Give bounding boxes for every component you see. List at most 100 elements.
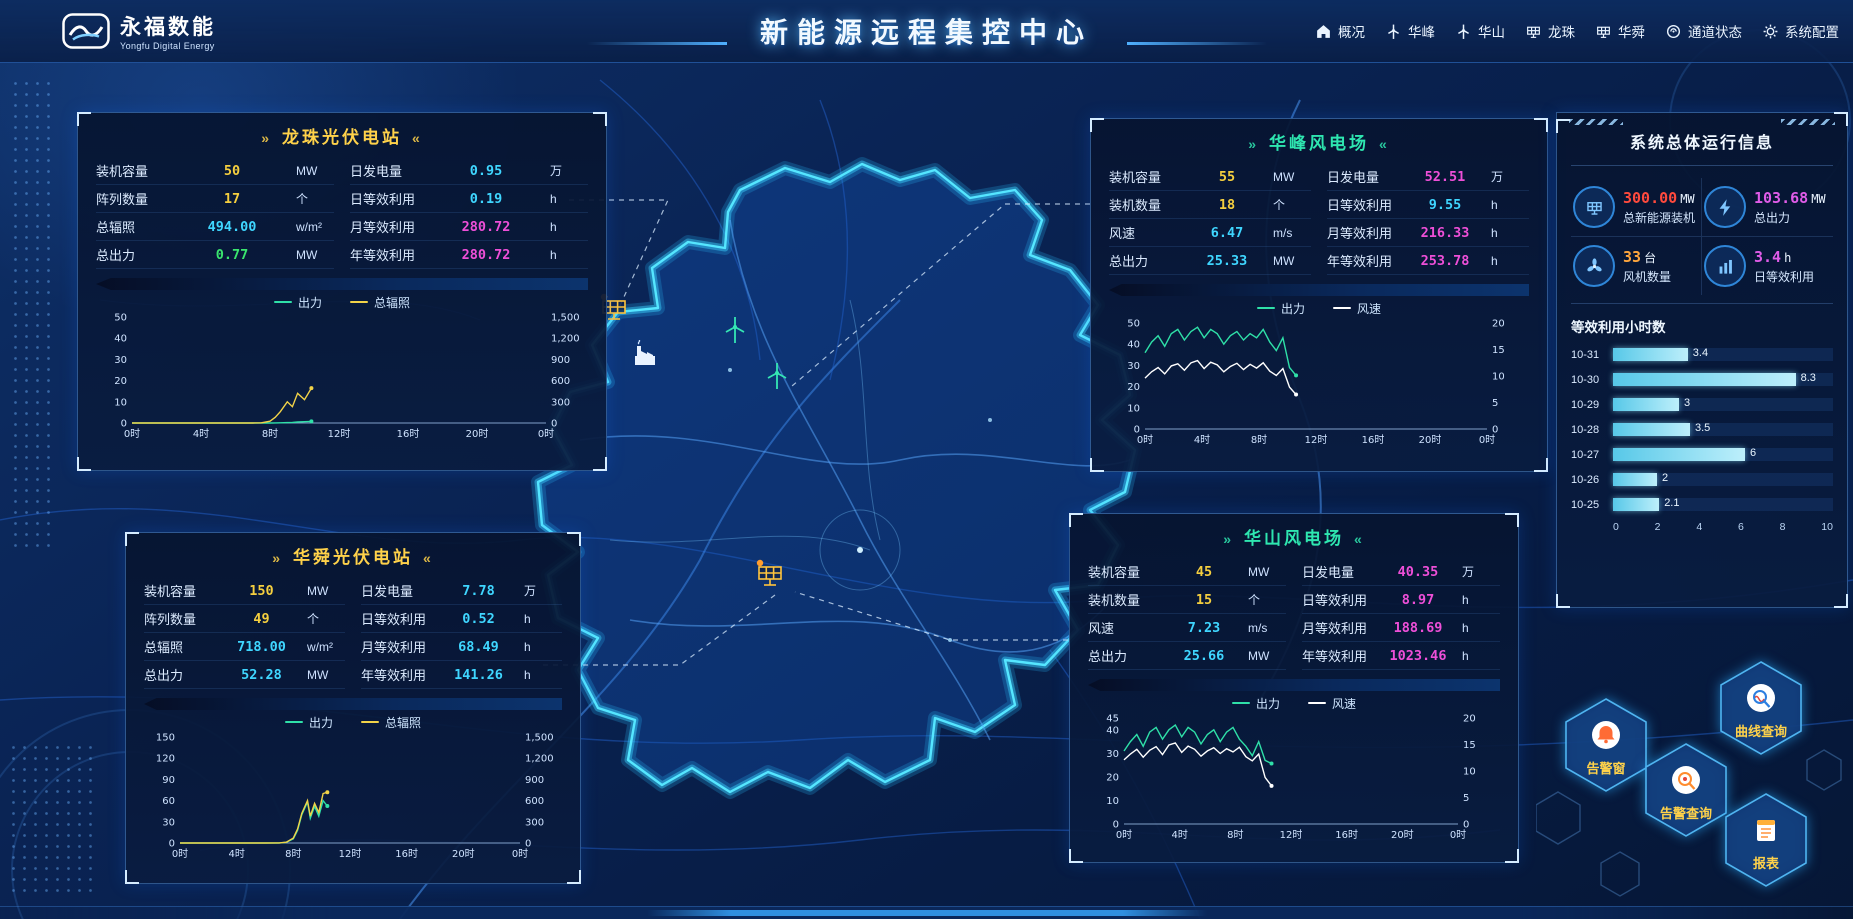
system-stat-value: 103.68MW: [1754, 189, 1826, 207]
stat-label: 装机容量: [1109, 167, 1187, 186]
stat-value: 50: [174, 163, 290, 179]
stat-unit: MW: [290, 164, 334, 178]
svg-text:20时: 20时: [452, 848, 475, 859]
nav-label: 通道状态: [1688, 21, 1742, 41]
stat-value: 17: [174, 191, 290, 207]
svg-text:0时: 0时: [1116, 829, 1132, 840]
stat-value: 718.00: [222, 639, 301, 655]
stat-row: 月等效利用280.72h: [350, 213, 588, 241]
channel-icon: [1665, 23, 1682, 40]
stat-value: 68.49: [439, 639, 518, 655]
nav-item-overview[interactable]: 概况: [1315, 21, 1365, 41]
stat-value: 25.33: [1187, 253, 1267, 269]
svg-text:0: 0: [1134, 425, 1140, 436]
top-header: 永福数能 Yongfu Digital Energy 新能源远程集控中心 概况 …: [0, 0, 1853, 63]
stat-row: 日等效利用9.55h: [1327, 191, 1529, 219]
system-stat-turbine-count: 33台 风机数量: [1571, 237, 1702, 295]
stat-label: 装机容量: [144, 581, 222, 600]
stat-row: 装机容量55MW: [1109, 163, 1311, 191]
stat-unit: h: [1456, 621, 1500, 635]
stat-row: 总出力52.28MW: [144, 661, 345, 689]
logo: 永福数能 Yongfu Digital Energy: [62, 11, 216, 51]
stat-unit: m/s: [1267, 226, 1311, 240]
footer-glow: [647, 910, 1207, 916]
svg-text:150: 150: [156, 733, 175, 744]
stat-label: 年等效利用: [350, 245, 428, 264]
nav-item-system-config[interactable]: 系统配置: [1762, 21, 1839, 41]
stat-label: 年等效利用: [361, 665, 439, 684]
action-report[interactable]: 报表: [1726, 794, 1806, 886]
system-stat-total-capacity: 300.00MW 总新能源装机: [1571, 178, 1702, 237]
stat-unit: MW: [1267, 254, 1311, 268]
system-summary-panel: 系统总体运行信息 300.00MW 总新能源装机 103.68MW 总出力: [1556, 112, 1848, 608]
nav-label: 华峰: [1408, 21, 1435, 41]
stat-value: 0.95: [428, 163, 544, 179]
stat-unit: w/m²: [290, 220, 334, 234]
system-stat-label: 日等效利用: [1754, 268, 1814, 285]
stat-value: 52.51: [1405, 169, 1485, 185]
stat-unit: MW: [301, 668, 345, 682]
svg-text:10: 10: [1106, 796, 1119, 807]
stat-unit: h: [1485, 198, 1529, 212]
svg-text:5: 5: [1492, 398, 1498, 409]
system-stat-daily-utilization: 3.4h 日等效利用: [1702, 237, 1833, 295]
bar-row: 10-276: [1571, 442, 1833, 467]
stat-row: 年等效利用1023.46h: [1302, 642, 1500, 670]
bar-row: 10-252.1: [1571, 492, 1833, 517]
divider: [1109, 284, 1529, 296]
stat-value: 494.00: [174, 219, 290, 235]
svg-text:10: 10: [1492, 372, 1505, 383]
nav-item-huashan[interactable]: 华山: [1455, 21, 1505, 41]
stat-row: 装机数量18个: [1109, 191, 1311, 219]
stat-row: 日发电量52.51万: [1327, 163, 1529, 191]
map-wind-turbine-icon-1[interactable]: [722, 314, 748, 351]
title-decoration-left: [587, 42, 727, 45]
action-alarm-window[interactable]: 告警窗: [1566, 699, 1646, 791]
svg-text:20: 20: [114, 376, 127, 387]
solar-panel-icon: [1525, 23, 1542, 40]
stat-label: 日等效利用: [350, 189, 428, 208]
nav-item-huafeng[interactable]: 华峰: [1385, 21, 1435, 41]
map-solar-station-icon-huashun[interactable]: [752, 558, 788, 595]
stat-row: 月等效利用188.69h: [1302, 614, 1500, 642]
nav-item-huashun[interactable]: 华舜: [1595, 21, 1645, 41]
svg-text:12时: 12时: [1305, 434, 1328, 445]
logo-icon: [62, 12, 110, 50]
solar-panel-icon: [1595, 23, 1612, 40]
stat-unit: 个: [301, 610, 345, 627]
station-panel-huashan: »华山风电场« 装机容量45MW 装机数量15个 风速7.23m/s 总出力25…: [1069, 513, 1519, 863]
stat-value: 1023.46: [1380, 648, 1456, 664]
svg-text:0时: 0时: [538, 428, 554, 439]
svg-text:8时: 8时: [1251, 434, 1267, 445]
map-wind-turbine-icon-2[interactable]: [764, 360, 790, 397]
svg-text:900: 900: [525, 775, 544, 786]
stat-label: 年等效利用: [1302, 646, 1380, 665]
svg-text:600: 600: [551, 376, 570, 387]
chart-legend: 出力总辐照: [144, 713, 562, 731]
action-alarm-query[interactable]: 告警查询: [1646, 744, 1726, 836]
stat-value: 49: [222, 611, 301, 627]
title-deco-right: «: [1379, 136, 1390, 152]
map-factory-icon: [630, 340, 660, 375]
stat-value: 280.72: [428, 219, 544, 235]
nav-item-channel-status[interactable]: 通道状态: [1665, 21, 1742, 41]
stat-value: 188.69: [1380, 620, 1456, 636]
stat-label: 阵列数量: [96, 189, 174, 208]
svg-text:8时: 8时: [285, 848, 301, 859]
stat-label: 日发电量: [1327, 167, 1405, 186]
bolt-icon: [1704, 186, 1746, 228]
system-stat-label: 风机数量: [1623, 268, 1671, 285]
svg-text:40: 40: [1106, 725, 1119, 736]
divider: [1088, 679, 1500, 691]
svg-text:0时: 0时: [124, 428, 140, 439]
stat-row: 阵列数量49个: [144, 605, 345, 633]
stat-unit: MW: [290, 248, 334, 262]
divider: [144, 698, 562, 710]
svg-text:4时: 4时: [228, 848, 244, 859]
svg-text:600: 600: [525, 796, 544, 807]
stat-label: 日等效利用: [361, 609, 439, 628]
action-curve-query[interactable]: 曲线查询: [1721, 662, 1801, 754]
stat-unit: 个: [290, 190, 334, 207]
nav-item-longzhu[interactable]: 龙珠: [1525, 21, 1575, 41]
stat-unit: MW: [1242, 649, 1286, 663]
